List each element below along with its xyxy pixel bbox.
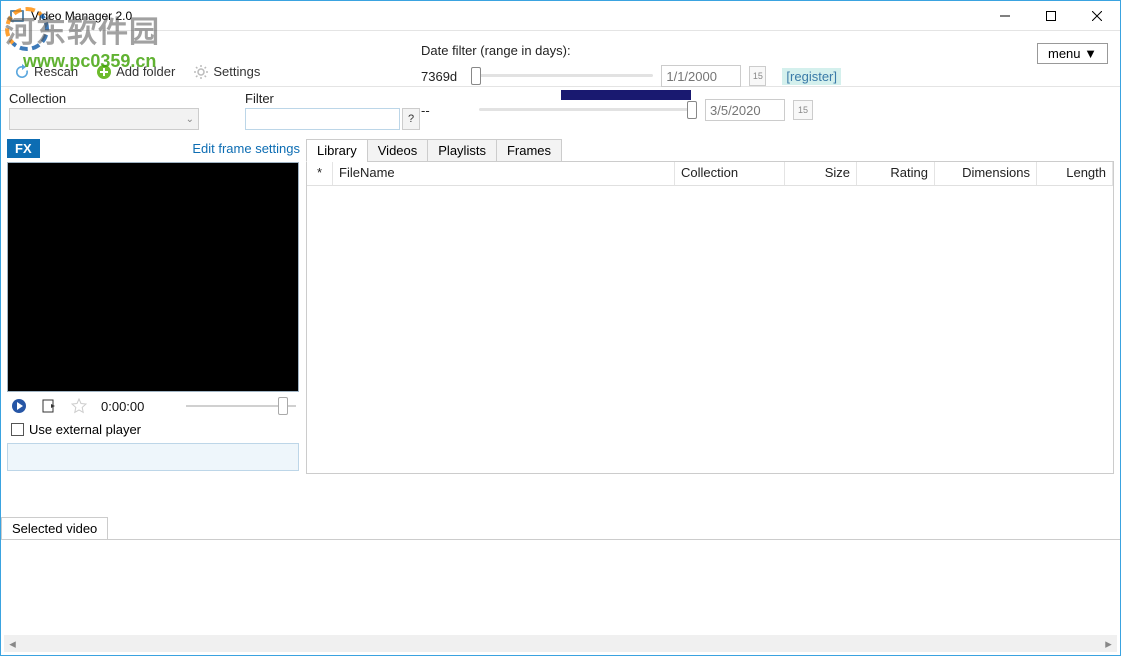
tab-videos[interactable]: Videos <box>367 139 429 162</box>
timecode: 0:00:00 <box>101 399 144 414</box>
date-from-slider[interactable] <box>471 68 654 84</box>
collection-label: Collection <box>9 91 239 106</box>
filter-label: Filter <box>245 91 423 106</box>
settings-label: Settings <box>213 64 260 79</box>
volume-slider[interactable] <box>186 398 296 414</box>
rescan-button[interactable]: Rescan <box>7 61 85 83</box>
maximize-button[interactable] <box>1028 1 1074 31</box>
window-title: Video Manager 2.0 <box>31 9 982 23</box>
menu-button[interactable]: menu ▼ <box>1037 43 1108 64</box>
play-button[interactable] <box>11 398 27 414</box>
col-length[interactable]: Length <box>1037 162 1113 185</box>
chevron-down-icon: ⌄ <box>186 114 194 125</box>
add-icon <box>96 64 112 80</box>
date-from-input[interactable] <box>661 65 741 87</box>
library-grid[interactable]: * FileName Collection Size Rating Dimens… <box>306 162 1114 474</box>
date-to-days: -- <box>421 103 471 118</box>
tab-library[interactable]: Library <box>306 139 368 162</box>
tab-playlists[interactable]: Playlists <box>427 139 497 162</box>
col-size[interactable]: Size <box>785 162 857 185</box>
date-filter-label: Date filter (range in days): <box>421 43 841 58</box>
tab-selected-video[interactable]: Selected video <box>1 517 108 540</box>
scroll-right-icon[interactable]: ▸ <box>1100 635 1117 652</box>
col-dimensions[interactable]: Dimensions <box>935 162 1037 185</box>
star-icon[interactable] <box>71 398 87 414</box>
gear-icon <box>193 64 209 80</box>
col-collection[interactable]: Collection <box>675 162 785 185</box>
date-filter-block: Date filter (range in days): 7369d 15 [r… <box>421 43 841 122</box>
date-to-slider[interactable] <box>479 102 697 118</box>
add-folder-button[interactable]: Add folder <box>89 61 182 83</box>
tabstrip: Library Videos Playlists Frames <box>306 138 1114 162</box>
scroll-left-icon[interactable]: ◂ <box>4 635 21 652</box>
video-preview[interactable] <box>7 162 299 392</box>
tab-frames[interactable]: Frames <box>496 139 562 162</box>
app-icon <box>9 8 25 24</box>
collection-dropdown[interactable]: ⌄ <box>9 108 199 130</box>
col-star[interactable]: * <box>307 162 333 185</box>
date-from-days: 7369d <box>421 69 463 84</box>
col-filename[interactable]: FileName <box>333 162 675 185</box>
minimize-button[interactable] <box>982 1 1028 31</box>
export-icon[interactable] <box>41 398 57 414</box>
grid-header: * FileName Collection Size Rating Dimens… <box>307 162 1113 186</box>
titlebar: Video Manager 2.0 <box>1 1 1120 31</box>
fx-button[interactable]: FX <box>7 139 40 158</box>
refresh-icon <box>14 64 30 80</box>
rescan-label: Rescan <box>34 64 78 79</box>
external-player-label: Use external player <box>29 422 141 437</box>
external-player-path[interactable] <box>7 443 299 471</box>
calendar-icon[interactable]: 15 <box>793 100 813 120</box>
add-folder-label: Add folder <box>116 64 175 79</box>
edit-frame-settings-link[interactable]: Edit frame settings <box>192 141 300 156</box>
col-rating[interactable]: Rating <box>857 162 935 185</box>
register-link[interactable]: [register] <box>782 68 841 85</box>
external-player-checkbox[interactable] <box>11 423 24 436</box>
date-to-input[interactable] <box>705 99 785 121</box>
settings-button[interactable]: Settings <box>186 61 267 83</box>
filter-help-button[interactable]: ? <box>402 108 420 130</box>
close-button[interactable] <box>1074 1 1120 31</box>
horizontal-scrollbar[interactable]: ◂ ▸ <box>4 635 1117 652</box>
calendar-icon[interactable]: 15 <box>749 66 766 86</box>
filter-input[interactable] <box>245 108 400 130</box>
